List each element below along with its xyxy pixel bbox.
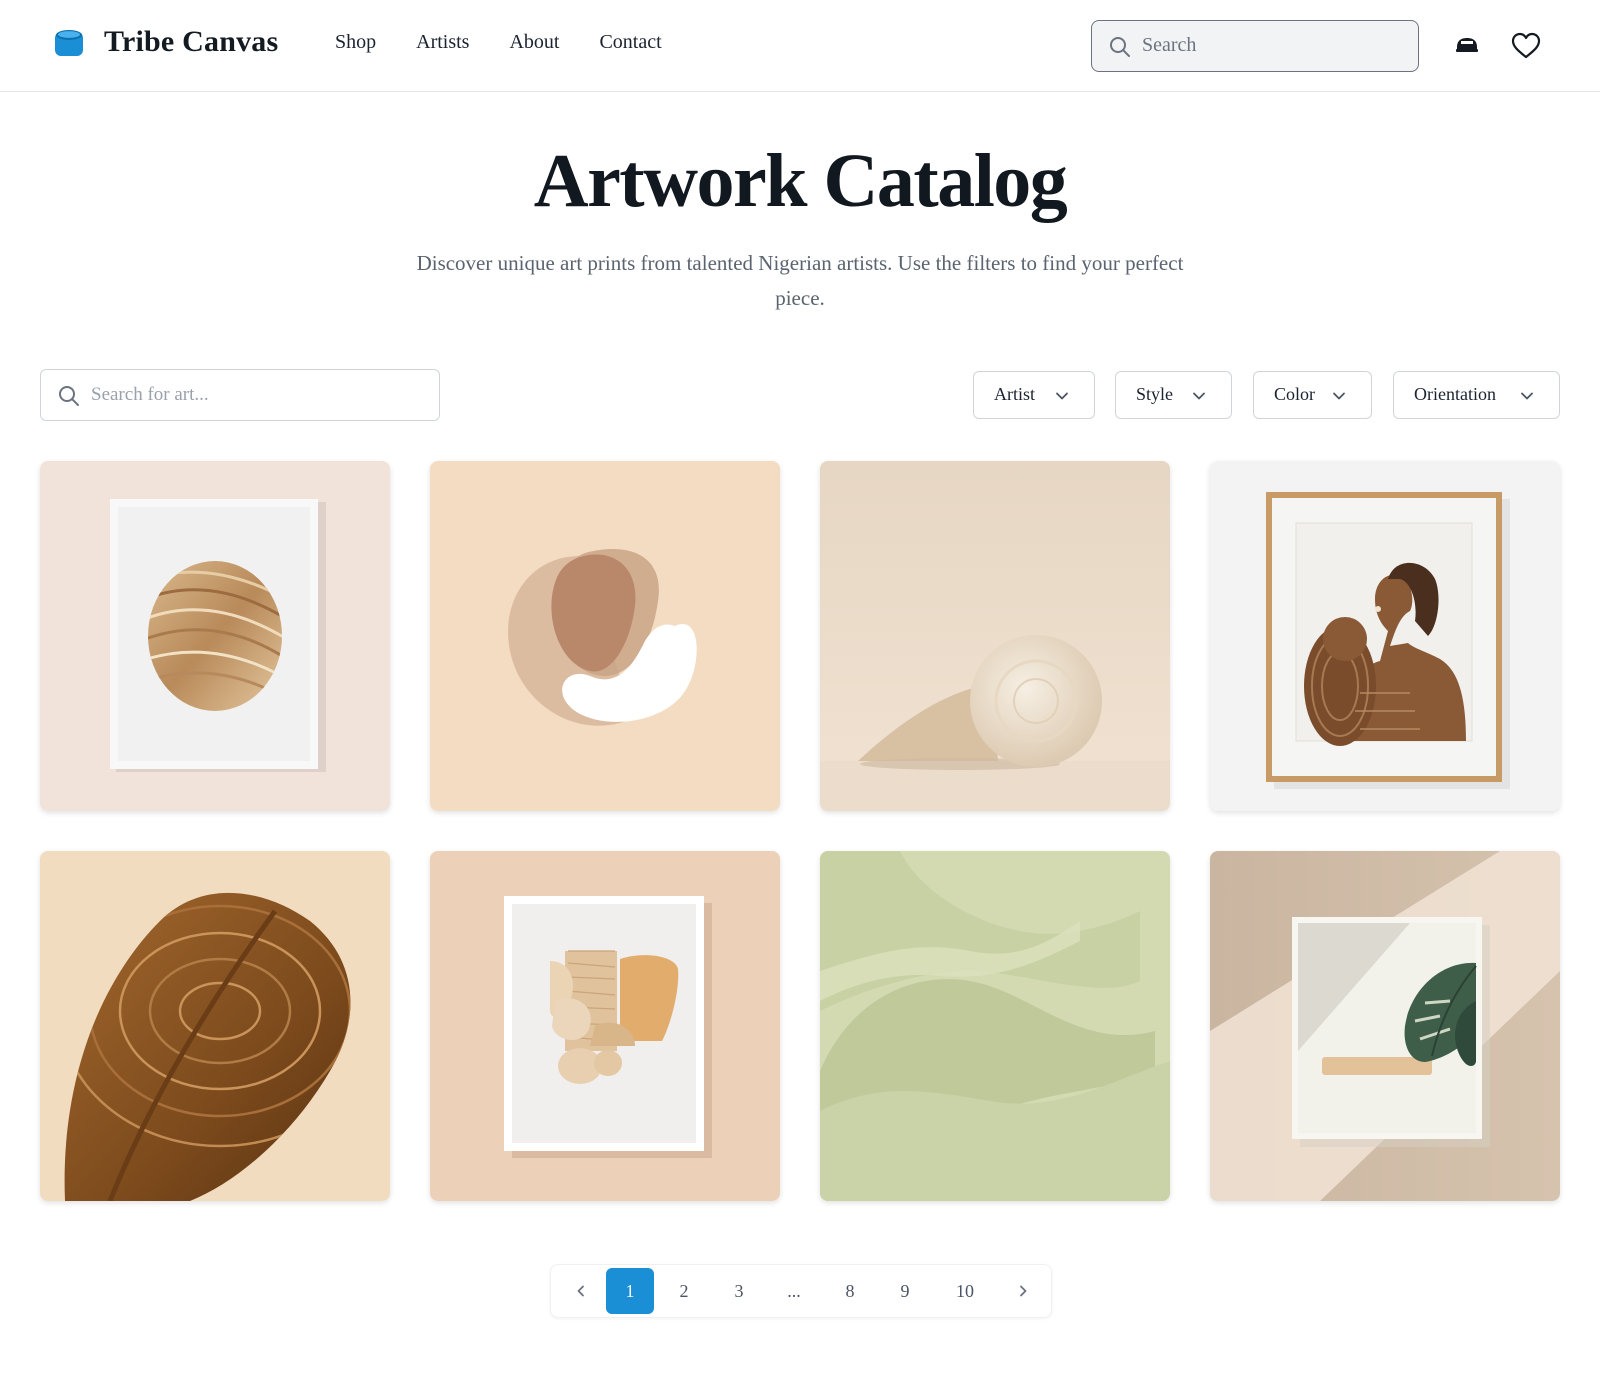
- nav-contact[interactable]: Contact: [599, 31, 661, 54]
- artwork-image: [40, 851, 390, 1201]
- header-search: [1091, 20, 1419, 72]
- artwork-card-carved-leaf-print[interactable]: [40, 851, 390, 1201]
- artwork-card-sculptural-sphere-print[interactable]: [820, 461, 1170, 811]
- search-icon: [59, 386, 79, 406]
- nav-artists[interactable]: Artists: [416, 31, 469, 54]
- header-search-input[interactable]: [1142, 21, 1412, 70]
- filter-style[interactable]: Style: [1115, 371, 1232, 419]
- artwork-card-framed-agate-circle-print[interactable]: [40, 461, 390, 811]
- nav-about[interactable]: About: [509, 31, 559, 54]
- artwork-card-sage-waves-print[interactable]: [820, 851, 1170, 1201]
- pagination: 1 2 3 ... 8 9 10: [550, 1264, 1052, 1318]
- brand-logo[interactable]: Tribe Canvas: [54, 25, 278, 60]
- chevron-down-icon: [1521, 392, 1533, 400]
- cart-icon[interactable]: [1452, 30, 1482, 60]
- page-ellipsis: ...: [787, 1281, 801, 1301]
- artwork-image: [430, 851, 780, 1201]
- pagination-prev[interactable]: [557, 1268, 605, 1314]
- artwork-image: [1210, 851, 1560, 1201]
- pagination-next[interactable]: [999, 1268, 1047, 1314]
- filter-color[interactable]: Color: [1253, 371, 1372, 419]
- artwork-image: [820, 461, 1170, 811]
- page-title: Artwork Catalog: [533, 139, 1068, 223]
- page-9[interactable]: 9: [881, 1268, 929, 1314]
- filter-artist-label: Artist: [994, 384, 1036, 404]
- chevron-down-icon: [1056, 392, 1068, 400]
- filter-orientation-label: Orientation: [1414, 384, 1496, 404]
- page-2[interactable]: 2: [660, 1268, 708, 1314]
- filter-orientation[interactable]: Orientation: [1393, 371, 1560, 419]
- artwork-image: [430, 461, 780, 811]
- artwork-card-framed-collage-shapes-print[interactable]: [430, 851, 780, 1201]
- site-header: Tribe Canvas Shop Artists About Contact: [0, 0, 1600, 92]
- logo-icon: [55, 30, 83, 56]
- artwork-image: [1210, 461, 1560, 811]
- search-icon: [1110, 37, 1130, 57]
- artwork-card-framed-tribal-portrait-print[interactable]: [1210, 461, 1560, 811]
- artwork-image: [40, 461, 390, 811]
- art-search-input[interactable]: [91, 370, 431, 419]
- filter-artist[interactable]: Artist: [973, 371, 1095, 419]
- page-1[interactable]: 1: [606, 1268, 654, 1314]
- artwork-card-monstera-shadow-print[interactable]: [1210, 851, 1560, 1201]
- page-3[interactable]: 3: [715, 1268, 763, 1314]
- main-nav: Shop Artists About Contact: [335, 31, 662, 54]
- page-8[interactable]: 8: [826, 1268, 874, 1314]
- heart-icon[interactable]: [1511, 31, 1541, 61]
- chevron-left-icon: [577, 1285, 584, 1297]
- artwork-card-abstract-organic-shapes-print[interactable]: [430, 461, 780, 811]
- page-subtitle: Discover unique art prints from talented…: [416, 251, 1184, 310]
- artwork-image: [820, 851, 1170, 1201]
- page-10[interactable]: 10: [941, 1268, 989, 1314]
- filter-color-label: Color: [1274, 384, 1316, 404]
- brand-name: Tribe Canvas: [104, 25, 279, 58]
- chevron-down-icon: [1193, 392, 1205, 400]
- nav-shop[interactable]: Shop: [335, 31, 376, 54]
- chevron-down-icon: [1333, 392, 1345, 400]
- filter-style-label: Style: [1136, 384, 1174, 404]
- art-search: [40, 369, 440, 421]
- chevron-right-icon: [1020, 1285, 1027, 1297]
